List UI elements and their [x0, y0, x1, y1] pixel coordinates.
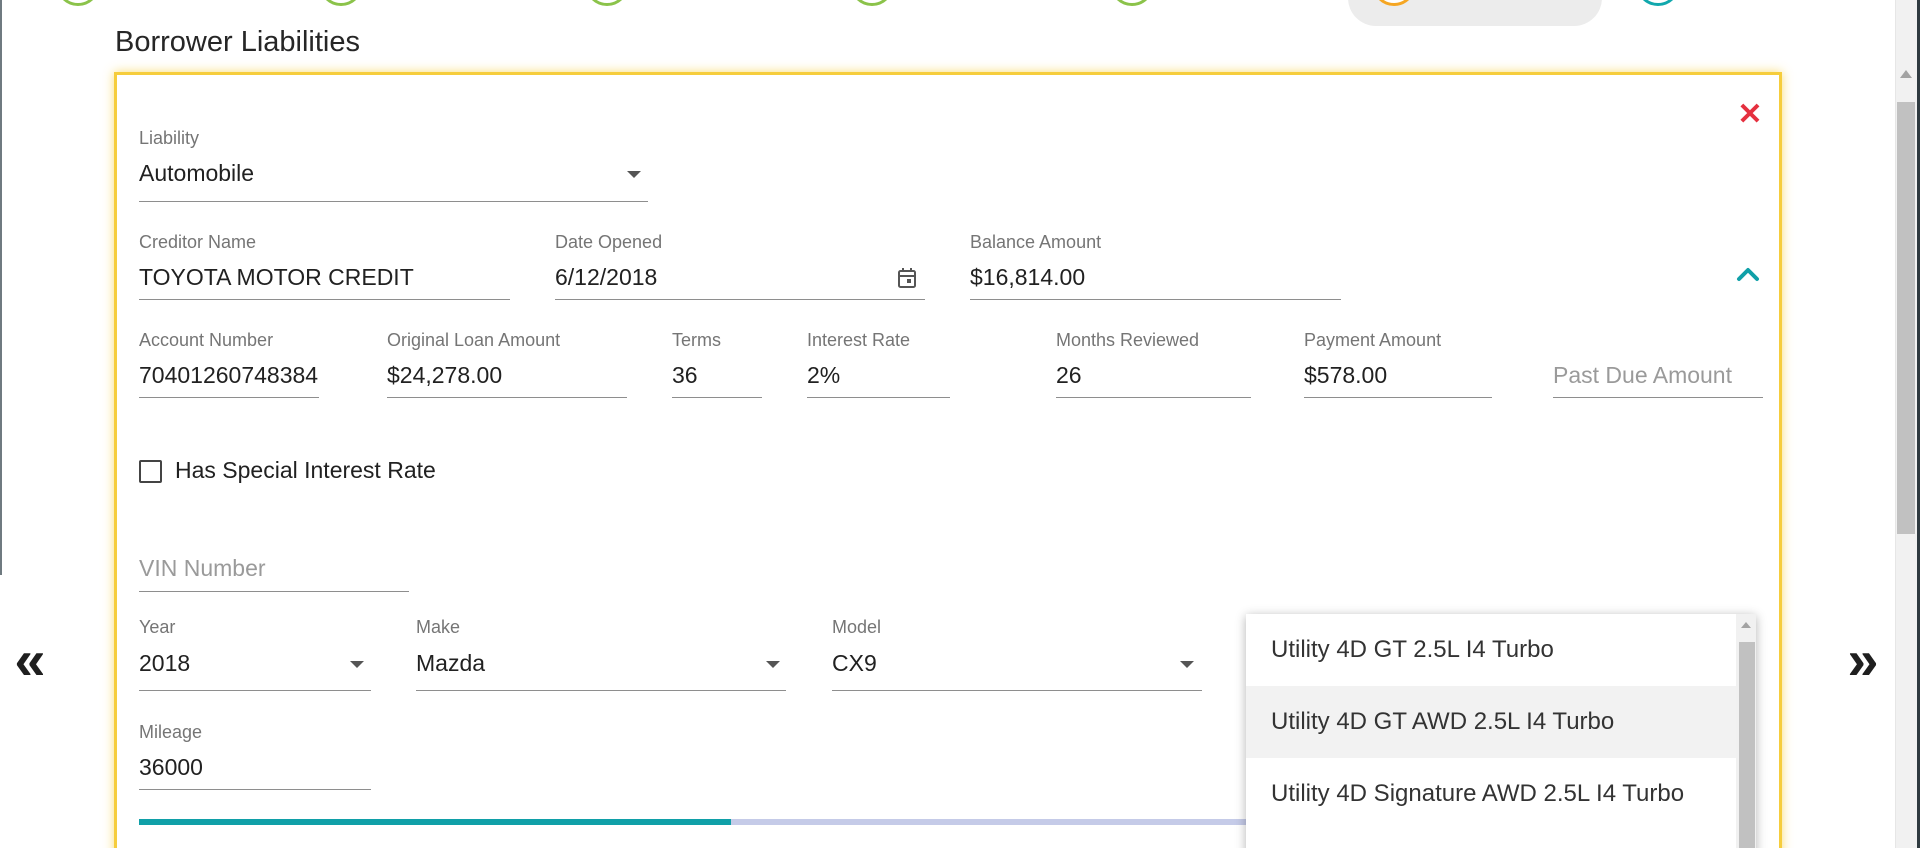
balance-amount-input[interactable]: $16,814.00	[970, 264, 1340, 291]
step-indicator[interactable]	[56, 0, 100, 6]
year-label: Year	[139, 617, 176, 637]
make-underline	[416, 690, 786, 691]
special-interest-label[interactable]: Has Special Interest Rate	[175, 457, 436, 484]
date-opened-label: Date Opened	[555, 232, 663, 252]
original-loan-amount-label: Original Loan Amount	[387, 330, 561, 350]
close-icon[interactable]: ✕	[1737, 100, 1763, 130]
payment-amount-input[interactable]: $578.00	[1304, 362, 1490, 389]
caret-down-icon[interactable]	[766, 661, 780, 668]
terms-underline	[672, 397, 762, 398]
interest-rate-underline	[807, 397, 950, 398]
caret-down-icon[interactable]	[350, 661, 364, 668]
creditor-name-underline	[139, 299, 510, 300]
chevron-up-icon[interactable]	[1733, 262, 1763, 286]
months-reviewed-input[interactable]: 26	[1056, 362, 1250, 389]
make-value[interactable]: Mazda	[416, 650, 736, 677]
months-reviewed-label: Months Reviewed	[1056, 330, 1200, 350]
mileage-underline	[139, 789, 371, 790]
vin-number-underline	[139, 591, 409, 592]
original-loan-amount-underline	[387, 397, 627, 398]
trim-dropdown-menu[interactable]: Utility 4D GT 2.5L I4 Turbo Utility 4D G…	[1246, 614, 1756, 848]
page-scrollbar-thumb[interactable]	[1897, 102, 1915, 534]
account-number-underline	[139, 397, 319, 398]
account-number-input[interactable]: 7040126074838405	[139, 362, 318, 389]
caret-down-icon[interactable]	[1180, 661, 1194, 668]
interest-rate-label: Interest Rate	[807, 330, 911, 350]
balance-amount-label: Balance Amount	[970, 232, 1102, 252]
previous-arrow-icon[interactable]: «	[0, 632, 60, 688]
step-indicator[interactable]	[585, 0, 629, 6]
dropdown-scrollbar-thumb[interactable]	[1739, 642, 1755, 848]
dropdown-option[interactable]: Utility 4D GT 2.5L I4 Turbo	[1246, 614, 1736, 686]
scroll-up-arrow-icon[interactable]	[1900, 70, 1912, 78]
scroll-up-arrow-icon[interactable]	[1741, 622, 1751, 628]
creditor-name-label: Creditor Name	[139, 232, 257, 252]
terms-label: Terms	[672, 330, 721, 350]
payment-amount-underline	[1304, 397, 1492, 398]
progress-fill	[139, 819, 731, 825]
mileage-label: Mileage	[139, 722, 203, 742]
terms-input[interactable]: 36	[672, 362, 760, 389]
model-value[interactable]: CX9	[832, 650, 1152, 677]
section-title: Borrower Liabilities	[115, 26, 360, 58]
liability-label: Liability	[139, 128, 200, 148]
balance-amount-underline	[970, 299, 1341, 300]
calendar-icon[interactable]	[897, 267, 917, 289]
make-label: Make	[416, 617, 461, 637]
dropdown-option[interactable]: Utility 4D Signature AWD 2.5L I4 Turbo	[1246, 758, 1736, 830]
liability-underline	[139, 201, 648, 202]
mileage-input[interactable]: 36000	[139, 754, 369, 781]
caret-down-icon[interactable]	[627, 171, 641, 178]
dropdown-option[interactable]: Utility 4D GT AWD 2.5L I4 Turbo	[1246, 686, 1736, 758]
date-opened-underline	[555, 299, 925, 300]
liability-value[interactable]: Automobile	[139, 160, 609, 187]
original-loan-amount-input[interactable]: $24,278.00	[387, 362, 626, 389]
creditor-name-input[interactable]: TOYOTA MOTOR CREDIT	[139, 264, 509, 291]
step-indicator[interactable]	[1110, 0, 1154, 6]
window-edge-left	[0, 0, 2, 575]
step-indicator[interactable]	[319, 0, 363, 6]
date-opened-input[interactable]: 6/12/2018	[555, 264, 875, 291]
past-due-amount-underline	[1553, 397, 1763, 398]
past-due-amount-input[interactable]: Past Due Amount	[1553, 362, 1732, 389]
payment-amount-label: Payment Amount	[1304, 330, 1442, 350]
months-reviewed-underline	[1056, 397, 1251, 398]
model-label: Model	[832, 617, 882, 637]
interest-rate-input[interactable]: 2%	[807, 362, 947, 389]
special-interest-checkbox[interactable]	[139, 460, 162, 483]
step-indicator[interactable]	[850, 0, 894, 6]
next-arrow-icon[interactable]: »	[1833, 632, 1893, 688]
model-underline	[832, 690, 1202, 691]
account-number-label: Account Number	[139, 330, 274, 350]
year-value[interactable]: 2018	[139, 650, 329, 677]
vin-number-input[interactable]: VIN Number	[139, 555, 266, 582]
step-indicator[interactable]	[1636, 0, 1680, 6]
year-underline	[139, 690, 371, 691]
